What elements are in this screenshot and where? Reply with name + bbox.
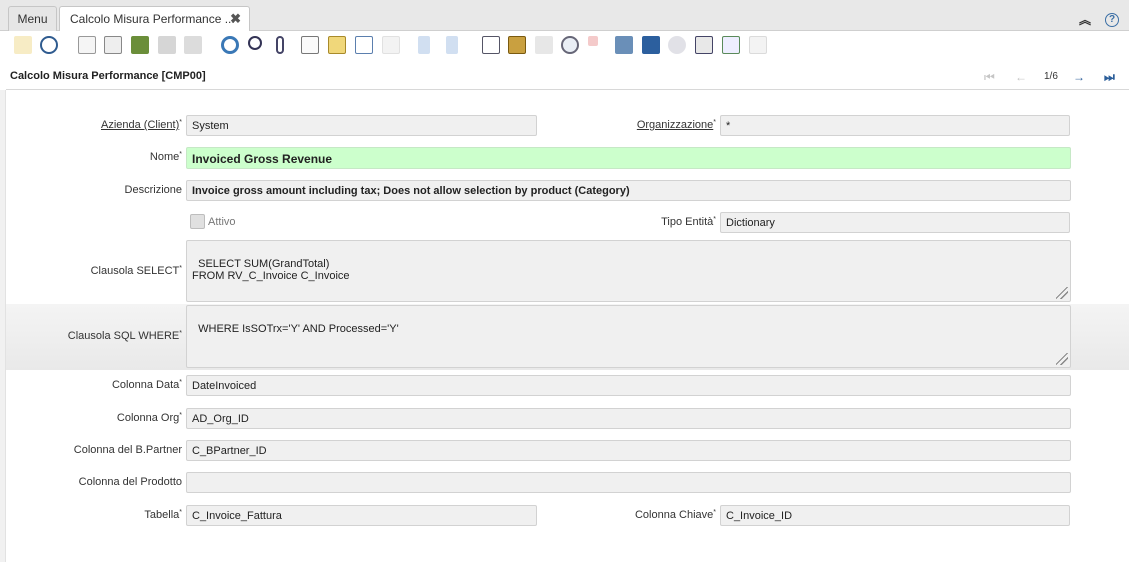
help-icon[interactable]	[40, 36, 58, 54]
chat-icon[interactable]	[301, 36, 319, 54]
resize-handle-icon[interactable]	[1056, 353, 1068, 365]
new-record-icon[interactable]	[78, 36, 96, 54]
report-icon[interactable]	[482, 36, 500, 54]
workflow-icon[interactable]	[615, 36, 633, 54]
tab-label: Calcolo Misura Performance ...	[70, 12, 235, 26]
table-label-text: Tabella	[144, 509, 180, 521]
archive-icon[interactable]	[328, 36, 346, 54]
print-icon[interactable]	[535, 36, 553, 54]
export-icon[interactable]	[695, 36, 713, 54]
select-clause-text: SELECT SUM(GrandTotal) FROM RV_C_Invoice…	[192, 258, 350, 282]
where-clause-label-text: Clausola SQL WHERE	[67, 330, 180, 342]
key-column-label: Colonna Chiave*	[634, 509, 716, 521]
org-column-field[interactable]: AD_Org_ID	[186, 408, 1071, 429]
product-info-icon[interactable]	[642, 36, 660, 54]
product-column-label: Colonna del Prodotto	[78, 476, 182, 488]
previous-record-icon[interactable]: ←	[1015, 70, 1027, 84]
entity-type-field[interactable]: Dictionary	[720, 212, 1070, 233]
first-record-icon[interactable]: ⏮	[984, 70, 995, 85]
page-title: Calcolo Misura Performance [CMP00]	[10, 70, 206, 82]
save-icon[interactable]	[158, 36, 176, 54]
request-icon[interactable]	[588, 36, 598, 46]
select-clause-label: Clausola SELECT*	[90, 265, 182, 277]
product-column-field[interactable]	[186, 472, 1071, 493]
organization-field[interactable]: *	[720, 115, 1070, 136]
zoom-across-icon[interactable]	[561, 36, 579, 54]
copy-record-icon[interactable]	[104, 36, 122, 54]
import-icon[interactable]	[722, 36, 740, 54]
client-label: Azienda (Client)*	[101, 119, 182, 131]
archived-docs-icon[interactable]	[508, 36, 526, 54]
name-field[interactable]: Invoiced Gross Revenue	[186, 147, 1071, 169]
select-clause-textarea[interactable]: SELECT SUM(GrandTotal) FROM RV_C_Invoice…	[186, 240, 1071, 302]
where-clause-text: WHERE IsSOTrx='Y' AND Processed='Y'	[198, 323, 399, 335]
find-icon[interactable]	[248, 36, 262, 50]
refresh-icon[interactable]	[221, 36, 239, 54]
delete-icon[interactable]	[131, 36, 149, 54]
organization-label: Organizzazione*	[636, 119, 716, 131]
org-column-label: Colonna Org*	[116, 412, 182, 424]
key-column-label-text: Colonna Chiave	[634, 509, 714, 521]
save-new-icon[interactable]	[184, 36, 202, 54]
toolbar	[6, 31, 1129, 59]
where-clause-label: Clausola SQL WHERE*	[67, 330, 182, 342]
bpartner-column-label: Colonna del B.Partner	[73, 444, 182, 456]
description-field[interactable]: Invoice gross amount including tax; Does…	[186, 180, 1071, 201]
quick-form-icon[interactable]	[749, 36, 767, 54]
name-label: Nome*	[149, 151, 182, 163]
close-icon[interactable]: ✖	[230, 7, 241, 31]
detail-record-icon[interactable]	[446, 36, 458, 54]
org-column-label-text: Colonna Org	[116, 412, 180, 424]
last-record-icon[interactable]: ⏭	[1104, 70, 1115, 85]
bpartner-column-field[interactable]: C_BPartner_ID	[186, 440, 1071, 461]
organization-label-text: Organizzazione	[636, 119, 714, 131]
grid-toggle-icon[interactable]	[355, 36, 373, 54]
table-label: Tabella*	[144, 509, 182, 521]
client-field[interactable]: System	[186, 115, 537, 136]
date-column-label-text: Colonna Data	[111, 379, 180, 391]
select-clause-label-text: Clausola SELECT	[90, 265, 180, 277]
active-checkbox[interactable]	[190, 214, 205, 229]
tab-menu[interactable]: Menu	[8, 6, 57, 31]
tab-calcolo-misura-performance[interactable]: Calcolo Misura Performance ... ✖	[59, 6, 250, 32]
entity-type-label: Tipo Entità*	[661, 216, 716, 228]
date-column-label: Colonna Data*	[111, 379, 182, 391]
parent-record-icon[interactable]	[418, 36, 430, 54]
entity-type-label-text: Tipo Entità	[661, 216, 714, 228]
detail-icon[interactable]	[382, 36, 400, 54]
help-circle-icon[interactable]: ?	[1105, 12, 1119, 27]
client-label-text: Azienda (Client)	[101, 119, 180, 131]
date-column-field[interactable]: DateInvoiced	[186, 375, 1071, 396]
undo-icon[interactable]	[14, 36, 32, 54]
settings-icon[interactable]	[668, 36, 686, 54]
next-record-icon[interactable]: →	[1073, 70, 1085, 84]
where-clause-textarea[interactable]: WHERE IsSOTrx='Y' AND Processed='Y'	[186, 305, 1071, 368]
key-column-field[interactable]: C_Invoice_ID	[720, 505, 1070, 526]
tab-bar: Menu Calcolo Misura Performance ... ✖ ︽ …	[0, 0, 1129, 32]
record-counter: 1/6	[1044, 71, 1058, 82]
attachment-icon[interactable]	[276, 36, 284, 54]
resize-handle-icon[interactable]	[1056, 287, 1068, 299]
collapse-chevron-icon[interactable]: ︽	[1079, 11, 1091, 28]
name-label-text: Nome	[149, 151, 180, 163]
table-field[interactable]: C_Invoice_Fattura	[186, 505, 537, 526]
active-label: Attivo	[208, 216, 236, 228]
description-label: Descrizione	[124, 184, 182, 196]
window-header: Calcolo Misura Performance [CMP00] ⏮ ← 1…	[6, 60, 1129, 90]
